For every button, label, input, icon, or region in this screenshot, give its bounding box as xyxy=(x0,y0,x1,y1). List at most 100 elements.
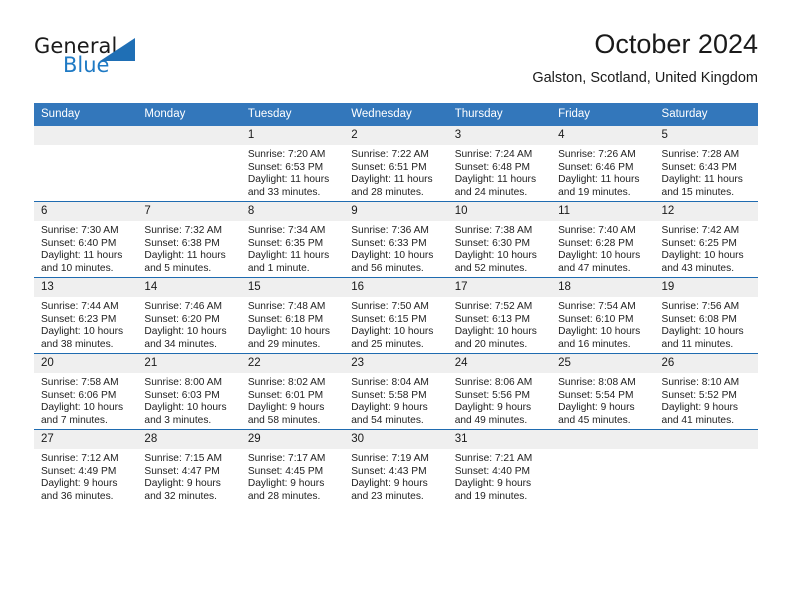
calendar-day-cell[interactable]: 12 Sunrise: 7:42 AM Sunset: 6:25 PM Dayligh… xyxy=(654,201,758,278)
calendar-day-cell[interactable]: 25 Sunrise: 8:08 AM Sunset: 5:54 PM Dayligh… xyxy=(551,353,655,430)
calendar-day-cell[interactable]: 6 Sunrise: 7:30 AM Sunset: 6:40 PM Daylight… xyxy=(34,201,138,278)
sunset-text: Sunset: 5:52 PM xyxy=(661,389,737,401)
calendar-day-cell[interactable]: 10 Sunrise: 7:38 AM Sunset: 6:30 PM Dayligh… xyxy=(447,201,552,278)
calendar-day-cell[interactable]: 3 Sunrise: 7:24 AM Sunset: 6:48 PM Daylight… xyxy=(447,126,552,202)
calendar-day-cell[interactable]: 4 Sunrise: 7:26 AM Sunset: 6:46 PM Daylight… xyxy=(551,126,655,202)
sunrise-text: Sunrise: 7:19 AM xyxy=(351,453,429,464)
day-number: 4 xyxy=(551,126,655,145)
calendar-day-cell[interactable]: 11 Sunrise: 7:40 AM Sunset: 6:28 PM Dayligh… xyxy=(551,201,655,278)
day-number: 29 xyxy=(240,430,345,449)
calendar-day-cell[interactable]: 1 Sunrise: 7:20 AM Sunset: 6:53 PM Daylight… xyxy=(240,126,345,202)
sunrise-text: Sunrise: 7:32 AM xyxy=(144,225,223,236)
calendar-day-cell[interactable]: 8 Sunrise: 7:34 AM Sunset: 6:35 PM Daylight… xyxy=(240,201,345,278)
sunrise-text: Sunrise: 7:36 AM xyxy=(351,225,429,236)
calendar-day-cell[interactable]: 18 Sunrise: 7:54 AM Sunset: 6:10 PM Dayligh… xyxy=(551,277,655,354)
calendar-day-cell-empty xyxy=(551,429,655,505)
day-number: 5 xyxy=(654,126,758,145)
day-number: 6 xyxy=(34,202,138,221)
daylight-text: Daylight: 9 hours and 32 minutes. xyxy=(144,478,221,502)
day-number: 14 xyxy=(137,278,241,297)
calendar-day-cell[interactable]: 30 Sunrise: 7:19 AM Sunset: 4:43 PM Dayligh… xyxy=(344,429,448,505)
weekday-header-wednesday: Wednesday xyxy=(344,103,448,126)
calendar-day-cell[interactable]: 7 Sunrise: 7:32 AM Sunset: 6:38 PM Daylight… xyxy=(137,201,241,278)
calendar-day-cell[interactable]: 19 Sunrise: 7:56 AM Sunset: 6:08 PM Dayligh… xyxy=(654,277,758,354)
calendar-day-cell[interactable]: 14 Sunrise: 7:46 AM Sunset: 6:20 PM Dayligh… xyxy=(137,277,241,354)
sunset-text: Sunset: 6:20 PM xyxy=(144,313,220,325)
sunrise-text: Sunrise: 7:26 AM xyxy=(558,149,636,160)
day-number xyxy=(551,430,655,449)
sunset-text: Sunset: 4:49 PM xyxy=(41,465,117,477)
day-number: 23 xyxy=(344,354,448,373)
sunrise-text: Sunrise: 8:06 AM xyxy=(454,377,533,388)
calendar-day-cell[interactable]: 9 Sunrise: 7:36 AM Sunset: 6:33 PM Daylight… xyxy=(344,201,448,278)
day-details: Sunrise: 8:02 AM Sunset: 6:01 PM Daylight:… xyxy=(241,373,344,427)
daylight-text: Daylight: 10 hours and 11 minutes. xyxy=(661,326,744,350)
calendar-day-cell[interactable]: 16 Sunrise: 7:50 AM Sunset: 6:15 PM Dayligh… xyxy=(344,277,448,354)
weekday-header-thursday: Thursday xyxy=(447,103,552,126)
daylight-text: Daylight: 11 hours and 5 minutes. xyxy=(144,250,226,274)
calendar-day-cell[interactable]: 27 Sunrise: 7:12 AM Sunset: 4:49 PM Dayligh… xyxy=(34,429,138,505)
daylight-text: Daylight: 10 hours and 7 minutes. xyxy=(41,402,124,426)
day-number: 19 xyxy=(654,278,758,297)
day-details: Sunrise: 8:10 AM Sunset: 5:52 PM Daylight:… xyxy=(655,373,758,427)
day-number: 21 xyxy=(137,354,241,373)
calendar-week-row: 27 Sunrise: 7:12 AM Sunset: 4:49 PM Dayligh… xyxy=(34,429,758,505)
day-details: Sunrise: 7:58 AM Sunset: 6:06 PM Daylight:… xyxy=(34,373,137,427)
sunset-text: Sunset: 6:13 PM xyxy=(454,313,531,325)
sunset-text: Sunset: 6:46 PM xyxy=(558,161,634,173)
calendar-day-cell[interactable]: 26 Sunrise: 8:10 AM Sunset: 5:52 PM Dayligh… xyxy=(654,353,758,430)
day-number: 9 xyxy=(344,202,448,221)
day-number: 7 xyxy=(137,202,241,221)
sunset-text: Sunset: 4:45 PM xyxy=(247,465,324,477)
sunrise-text: Sunrise: 7:54 AM xyxy=(558,301,636,312)
calendar-day-cell[interactable]: 13 Sunrise: 7:44 AM Sunset: 6:23 PM Dayligh… xyxy=(34,277,138,354)
daylight-text: Daylight: 9 hours and 58 minutes. xyxy=(247,402,325,426)
sunrise-text: Sunrise: 7:46 AM xyxy=(144,301,223,312)
calendar-day-cell[interactable]: 21 Sunrise: 8:00 AM Sunset: 6:03 PM Dayligh… xyxy=(137,353,241,430)
sunrise-text: Sunrise: 8:00 AM xyxy=(144,377,223,388)
calendar-day-cell[interactable]: 17 Sunrise: 7:52 AM Sunset: 6:13 PM Dayligh… xyxy=(447,277,552,354)
day-number: 13 xyxy=(34,278,138,297)
day-number: 12 xyxy=(654,202,758,221)
sunrise-text: Sunrise: 7:38 AM xyxy=(454,225,533,236)
calendar-day-cell-empty xyxy=(654,429,758,505)
weekday-header-tuesday: Tuesday xyxy=(240,103,345,126)
day-number: 18 xyxy=(551,278,655,297)
sunset-text: Sunset: 6:01 PM xyxy=(247,389,324,401)
calendar-day-cell[interactable]: 20 Sunrise: 7:58 AM Sunset: 6:06 PM Dayligh… xyxy=(34,353,138,430)
day-number: 3 xyxy=(447,126,552,145)
sunset-text: Sunset: 4:43 PM xyxy=(351,465,427,477)
calendar-day-cell[interactable]: 5 Sunrise: 7:28 AM Sunset: 6:43 PM Daylight… xyxy=(654,126,758,202)
sunset-text: Sunset: 4:47 PM xyxy=(144,465,220,477)
page-title: October 2024 xyxy=(594,29,758,59)
sunrise-text: Sunrise: 7:44 AM xyxy=(41,301,119,312)
calendar-body: 1 Sunrise: 7:20 AM Sunset: 6:53 PM Daylight… xyxy=(34,126,758,505)
day-details: Sunrise: 7:54 AM Sunset: 6:10 PM Daylight:… xyxy=(551,297,654,351)
calendar-day-cell[interactable]: 29 Sunrise: 7:17 AM Sunset: 4:45 PM Dayligh… xyxy=(240,429,345,505)
sunrise-text: Sunrise: 7:20 AM xyxy=(247,149,326,160)
calendar-day-cell[interactable]: 31 Sunrise: 7:21 AM Sunset: 4:40 PM Dayligh… xyxy=(447,429,552,505)
daylight-text: Daylight: 9 hours and 19 minutes. xyxy=(454,478,532,502)
day-number: 22 xyxy=(240,354,345,373)
daylight-text: Daylight: 10 hours and 25 minutes. xyxy=(351,326,434,350)
brand-logo[interactable]: General Blue xyxy=(34,34,174,80)
calendar-day-cell[interactable]: 2 Sunrise: 7:22 AM Sunset: 6:51 PM Daylight… xyxy=(344,126,448,202)
calendar-day-cell[interactable]: 22 Sunrise: 8:02 AM Sunset: 6:01 PM Dayligh… xyxy=(240,353,345,430)
day-number: 26 xyxy=(654,354,758,373)
calendar-day-cell[interactable]: 28 Sunrise: 7:15 AM Sunset: 4:47 PM Dayligh… xyxy=(137,429,241,505)
calendar-day-cell[interactable]: 15 Sunrise: 7:48 AM Sunset: 6:18 PM Dayligh… xyxy=(240,277,345,354)
calendar-day-cell[interactable]: 23 Sunrise: 8:04 AM Sunset: 5:58 PM Dayligh… xyxy=(344,353,448,430)
daylight-text: Daylight: 11 hours and 24 minutes. xyxy=(454,174,537,198)
sunset-text: Sunset: 6:35 PM xyxy=(247,237,324,249)
daylight-text: Daylight: 10 hours and 52 minutes. xyxy=(454,250,537,274)
day-details: Sunrise: 7:28 AM Sunset: 6:43 PM Daylight:… xyxy=(655,145,758,199)
day-number: 1 xyxy=(240,126,345,145)
triangle-icon xyxy=(100,38,135,61)
calendar-day-cell[interactable]: 24 Sunrise: 8:06 AM Sunset: 5:56 PM Dayligh… xyxy=(447,353,552,430)
day-details: Sunrise: 7:50 AM Sunset: 6:15 PM Daylight:… xyxy=(344,297,447,351)
day-details: Sunrise: 7:44 AM Sunset: 6:23 PM Daylight:… xyxy=(34,297,137,351)
sunrise-text: Sunrise: 7:40 AM xyxy=(558,225,636,236)
daylight-text: Daylight: 10 hours and 38 minutes. xyxy=(41,326,124,350)
day-number: 16 xyxy=(344,278,448,297)
sunset-text: Sunset: 6:48 PM xyxy=(454,161,531,173)
